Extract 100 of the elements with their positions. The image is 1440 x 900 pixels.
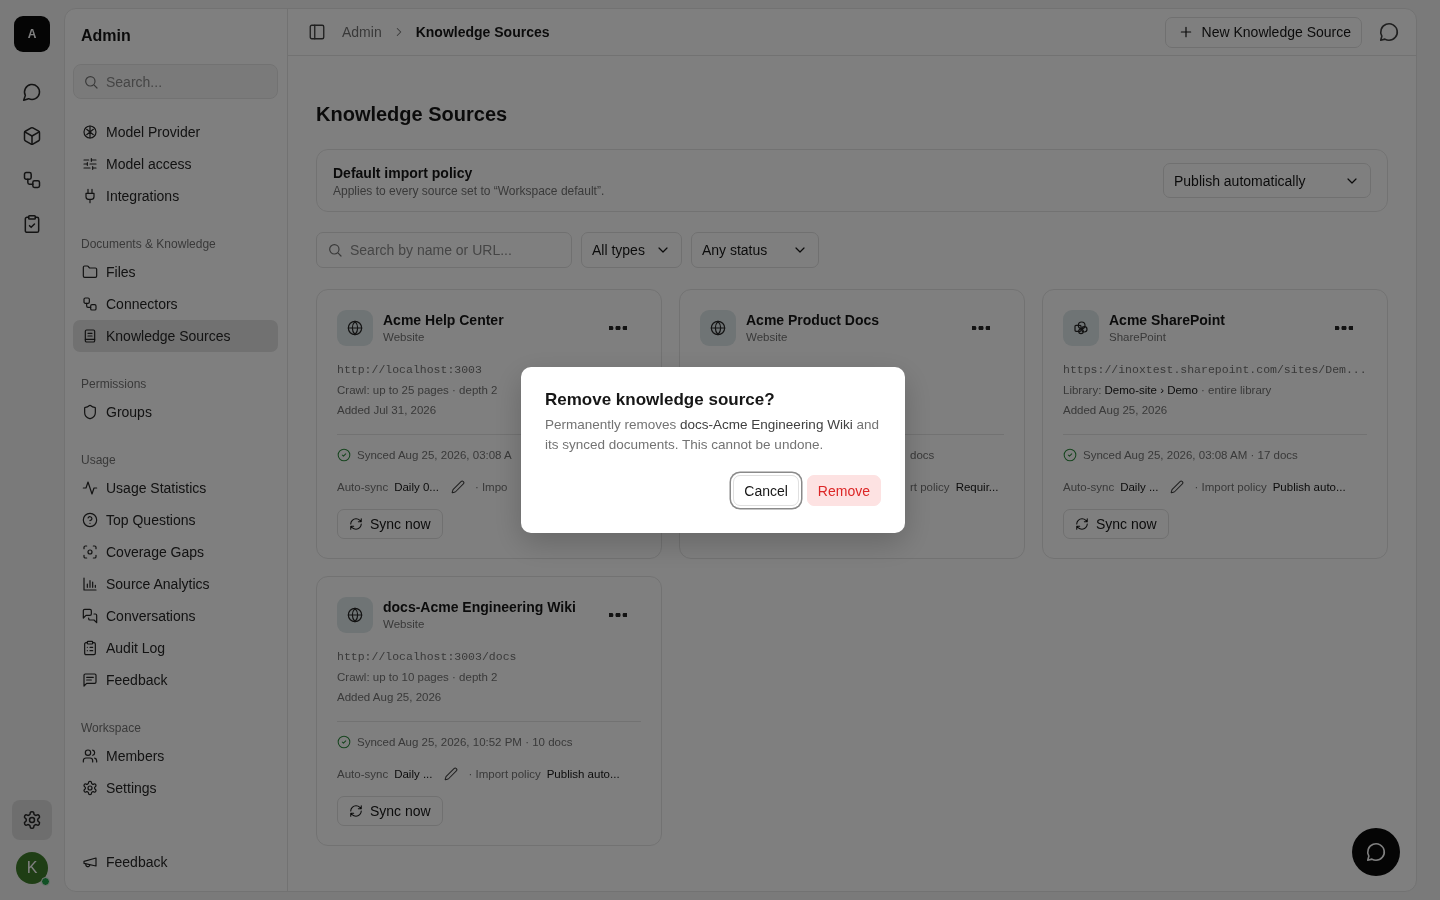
- sidebar-item[interactable]: Conversations: [73, 600, 278, 632]
- clipboard-list-icon: [82, 640, 98, 656]
- policy-description: Applies to every source set to “Workspace default”.: [333, 182, 606, 199]
- source-name: Acme SharePoint: [1109, 311, 1226, 329]
- auto-sync-value: Daily 0...: [394, 480, 439, 495]
- search-icon: [327, 242, 343, 258]
- circle-lines-icon: [82, 124, 98, 140]
- source-url: https://inoxtest.sharepoint.com/sites/Dem...: [1063, 362, 1367, 378]
- users-icon: [82, 748, 98, 764]
- check-circle-icon: [337, 735, 351, 749]
- source-detail: Crawl: up to 10 pages · depth 2: [337, 670, 498, 685]
- import-policy-label: · Impo: [474, 480, 508, 495]
- added-date: Added Jul 31, 2026: [337, 403, 437, 418]
- sync-status: Synced Aug 25, 2026, 03:08 AM · 17 docs: [1083, 448, 1298, 463]
- import-policy-label: · Import policy: [1194, 480, 1267, 495]
- sidebar-item[interactable]: Files: [73, 256, 278, 288]
- source-type: Website: [383, 617, 426, 632]
- source-name: docs-Acme Engineering Wiki: [383, 598, 577, 616]
- sidebar-item[interactable]: Members: [73, 740, 278, 772]
- import-policy-value: Publish auto...: [546, 767, 620, 782]
- help-icon: [82, 512, 98, 528]
- new-source-button[interactable]: New Knowledge Source: [1164, 16, 1362, 48]
- connector-icon: [22, 170, 42, 190]
- filter-select[interactable]: Any status: [690, 232, 819, 268]
- settings-button[interactable]: [12, 800, 52, 840]
- search-field[interactable]: Search by name or URL...: [316, 232, 572, 268]
- import-policy-label: rt policy: [910, 480, 950, 495]
- dialog-title: Remove knowledge source?: [545, 389, 776, 411]
- source-name: Acme Product Docs: [746, 311, 881, 329]
- chat-bubble-icon: [1365, 841, 1387, 863]
- chat-button[interactable]: [1378, 21, 1400, 43]
- pencil-icon: [444, 767, 459, 781]
- policy-title: Default import policy: [333, 163, 474, 183]
- source-url: http://localhost:3003/docs: [337, 649, 517, 665]
- sidebar-toggle-icon: [308, 23, 326, 41]
- sidebar-item[interactable]: Audit Log: [73, 632, 278, 664]
- sidebar-item[interactable]: Model Provider: [73, 116, 278, 148]
- dialog-message: Permanently removes docs-Acme Engineering Wiki and its synced documents. This cannot be undone.: [545, 416, 880, 454]
- messages-icon: [82, 608, 98, 624]
- sidebar-item[interactable]: Usage Statistics: [73, 472, 278, 504]
- megaphone-icon: [82, 854, 98, 870]
- sidebar-item[interactable]: Source Analytics: [73, 568, 278, 600]
- refresh-icon: [349, 804, 363, 818]
- import-policy-value: Publish auto...: [1272, 480, 1346, 495]
- pencil-icon: [1170, 480, 1185, 494]
- sidebar-item[interactable]: Feedback: [73, 664, 278, 696]
- circles-icon: [1073, 320, 1089, 336]
- filter-select[interactable]: All types: [581, 232, 682, 268]
- sync-status: Synced Aug 25, 2026, 03:08 A: [357, 448, 512, 463]
- auto-sync-label: Auto-sync: [1063, 480, 1115, 495]
- page-title: Knowledge Sources: [316, 102, 509, 126]
- folder-icon: [82, 264, 98, 280]
- remove-button[interactable]: Remove: [806, 475, 881, 506]
- source-detail: Crawl: up to 25 pages · depth 2: [337, 383, 498, 398]
- cancel-button[interactable]: Cancel: [733, 475, 799, 506]
- sync-status: docs: [910, 448, 935, 463]
- sidebar-item[interactable]: Groups: [73, 396, 278, 428]
- sliders-icon: [82, 156, 98, 172]
- user-avatar[interactable]: K: [16, 852, 48, 884]
- app-logo[interactable]: A: [14, 16, 50, 52]
- sync-now-button[interactable]: Sync now: [337, 509, 443, 539]
- refresh-icon: [1075, 517, 1089, 531]
- sidebar-item[interactable]: Settings: [73, 772, 278, 804]
- section-heading: Usage: [80, 452, 117, 469]
- section-heading: Permissions: [80, 376, 148, 393]
- sidebar-item[interactable]: Coverage Gaps: [73, 536, 278, 568]
- sidebar-item[interactable]: Connectors: [73, 288, 278, 320]
- plug-icon: [82, 188, 98, 204]
- search-icon: [83, 74, 99, 90]
- chat-bubble-icon: [22, 82, 42, 102]
- feedback-link[interactable]: Feedback: [73, 846, 278, 878]
- more-icon: [972, 326, 990, 330]
- source-type: Website: [383, 330, 426, 345]
- source-name: Acme Help Center: [383, 311, 505, 329]
- sync-now-button[interactable]: Sync now: [337, 796, 443, 826]
- refresh-icon: [349, 517, 363, 531]
- more-icon: [609, 613, 627, 617]
- import-policy-label: · Import policy: [468, 767, 541, 782]
- globe-icon: [347, 320, 363, 336]
- sidebar-item[interactable]: Model access: [73, 148, 278, 180]
- import-policy-value: Requir...: [955, 480, 999, 495]
- sidebar-item[interactable]: Top Questions: [73, 504, 278, 536]
- auto-sync-label: Auto-sync: [337, 480, 389, 495]
- globe-icon: [347, 607, 363, 623]
- activity-icon: [82, 480, 98, 496]
- chat-bubble-icon: [1378, 21, 1400, 43]
- connector-icon: [82, 296, 98, 312]
- policy-select[interactable]: Publish automatically: [1163, 163, 1371, 198]
- sidebar-toggle-button[interactable]: [308, 23, 326, 41]
- sidebar-item[interactable]: Knowledge Sources: [73, 320, 278, 352]
- chat-launcher-button[interactable]: [1352, 828, 1400, 876]
- shield-icon: [82, 404, 98, 420]
- more-icon: [1335, 326, 1353, 330]
- sync-now-button[interactable]: Sync now: [1063, 509, 1169, 539]
- check-circle-icon: [337, 448, 351, 462]
- sidebar-item[interactable]: Integrations: [73, 180, 278, 212]
- breadcrumb-link[interactable]: Admin: [342, 24, 382, 40]
- globe-icon: [710, 320, 726, 336]
- auto-sync-value: Daily ...: [394, 767, 433, 782]
- document-icon: [82, 328, 98, 344]
